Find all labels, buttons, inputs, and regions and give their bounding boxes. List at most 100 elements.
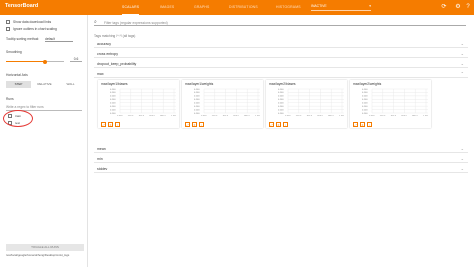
- y-tick-label: 0.100: [110, 99, 116, 101]
- y-tick-label: 0.100: [194, 109, 200, 111]
- expand-icon[interactable]: ⤢: [353, 122, 358, 127]
- section-title: dropout_keep_probability: [97, 62, 137, 66]
- chart-plot[interactable]: 0.1000.1000.1000.1000.1000.1000.1000.100…: [194, 88, 260, 116]
- section-title: max: [97, 72, 104, 76]
- y-tick-label: 0.100: [110, 92, 116, 94]
- checkbox-label: Ignore outliers in chart scaling: [13, 27, 57, 31]
- fit-domain-icon[interactable]: ▫: [283, 122, 288, 127]
- toggle-all-runs-button[interactable]: TOGGLE ALL RUNS: [6, 244, 84, 251]
- section-min[interactable]: min ⌄: [94, 155, 468, 163]
- log-scale-icon[interactable]: ≡: [108, 122, 113, 127]
- section-dropout-keep-probability[interactable]: dropout_keep_probability ⌄: [94, 60, 468, 68]
- fit-domain-icon[interactable]: ▫: [367, 122, 372, 127]
- y-tick-label: 0.100: [278, 89, 284, 91]
- x-tick-label: 200.0: [212, 116, 218, 117]
- y-tick-label: 0.100: [110, 106, 116, 108]
- y-tick-label: 0.100: [278, 96, 284, 98]
- mode-dropdown[interactable]: INACTIVE ▾: [311, 3, 371, 11]
- smoothing-slider-knob[interactable]: [43, 59, 47, 64]
- chart-card-title: max/layer1/weights: [185, 82, 214, 86]
- chevron-down-icon: ⌄: [460, 51, 464, 56]
- chevron-down-icon: ▾: [369, 4, 371, 8]
- top-app-bar: TensorBoard SCALARS IMAGES GRAPHS DISTRI…: [0, 0, 474, 15]
- x-tick-label: 200.0: [296, 116, 302, 117]
- tooltip-sorting-select[interactable]: default: [45, 37, 73, 42]
- y-tick-label: 0.100: [362, 89, 368, 91]
- settings-icon[interactable]: ⚙: [454, 3, 462, 11]
- smoothing-label: Smoothing: [6, 50, 22, 54]
- chart-plot[interactable]: 0.1000.1000.1000.1000.1000.1000.1000.100…: [110, 88, 176, 116]
- y-tick-label: 0.100: [278, 92, 284, 94]
- section-title: cross entropy: [97, 52, 119, 56]
- chevron-up-icon: ⌃: [460, 71, 464, 76]
- log-scale-icon[interactable]: ≡: [276, 122, 281, 127]
- sidebar: Show data download links Ignore outliers…: [0, 15, 88, 267]
- section-max[interactable]: max ⌃: [94, 70, 468, 78]
- smoothing-value-input[interactable]: 0.6: [70, 57, 82, 62]
- x-tick-label: 600.0: [401, 116, 407, 117]
- tab-images[interactable]: IMAGES: [160, 0, 174, 15]
- section-title: mean: [97, 147, 106, 151]
- highlight-circle: [3, 110, 33, 127]
- y-tick-label: 0.100: [362, 96, 368, 98]
- tab-graphs[interactable]: GRAPHS: [194, 0, 210, 15]
- smoothing-slider-fill: [6, 61, 45, 62]
- checkbox-box[interactable]: [6, 20, 10, 24]
- chart-plot[interactable]: 0.1000.1000.1000.1000.1000.1000.1000.100…: [362, 88, 428, 116]
- log-scale-icon[interactable]: ≡: [192, 122, 197, 127]
- tooltip-sorting-label: Tooltip sorting method:: [6, 37, 40, 41]
- x-tick-label: 400.0: [223, 116, 229, 117]
- chart-card-title: max/layer2/weights: [353, 82, 382, 86]
- y-tick-label: 0.100: [194, 92, 200, 94]
- log-scale-icon[interactable]: ≡: [360, 122, 365, 127]
- x-tick-label: 0.000: [285, 116, 291, 117]
- expand-icon[interactable]: ⤢: [185, 122, 190, 127]
- refresh-icon[interactable]: ⟳: [440, 3, 448, 11]
- expand-icon[interactable]: ⤢: [101, 122, 106, 127]
- x-tick-label: 200.0: [128, 116, 134, 117]
- y-tick-label: 0.100: [362, 113, 368, 115]
- y-tick-label: 0.100: [194, 103, 200, 105]
- axis-option-relative[interactable]: RELATIVE: [32, 81, 57, 88]
- chart-card-toolbar: ⤢ ≡ ▫: [101, 122, 120, 127]
- section-accuracy[interactable]: accuracy ⌄: [94, 40, 468, 48]
- chart-plot[interactable]: 0.1000.1000.1000.1000.1000.1000.1000.100…: [278, 88, 344, 116]
- axis-option-step[interactable]: STEP: [6, 81, 31, 88]
- y-tick-label: 0.100: [278, 113, 284, 115]
- logdir-path: /usr/local/google/home/dchong/Desktop/mn…: [6, 253, 70, 257]
- tab-histograms[interactable]: HISTOGRAMS: [276, 0, 301, 15]
- section-title: stddev: [97, 167, 108, 171]
- section-cross-entropy[interactable]: cross entropy ⌄: [94, 50, 468, 58]
- show-download-links-checkbox[interactable]: Show data download links: [6, 19, 51, 25]
- x-tick-label: 200.0: [380, 116, 386, 117]
- y-tick-label: 0.100: [362, 109, 368, 111]
- tab-distributions[interactable]: DISTRIBUTIONS: [229, 0, 258, 15]
- chart-card-title: max/layer1/biases: [101, 82, 128, 86]
- chevron-down-icon: ⌄: [460, 61, 464, 66]
- tab-scalars[interactable]: SCALARS: [122, 0, 140, 15]
- y-tick-label: 0.100: [110, 103, 116, 105]
- x-tick-label: 600.0: [317, 116, 323, 117]
- y-tick-label: 0.100: [110, 109, 116, 111]
- y-tick-label: 0.100: [110, 89, 116, 91]
- y-tick-label: 0.100: [362, 92, 368, 94]
- y-tick-label: 0.100: [278, 109, 284, 111]
- ignore-outliers-checkbox[interactable]: Ignore outliers in chart scaling: [6, 26, 57, 32]
- y-tick-label: 0.100: [278, 103, 284, 105]
- section-title: min: [97, 157, 103, 161]
- y-tick-label: 0.100: [110, 113, 116, 115]
- axis-option-wall[interactable]: WALL: [58, 81, 83, 88]
- section-mean[interactable]: mean ⌄: [94, 145, 468, 153]
- x-tick-label: 400.0: [307, 116, 313, 117]
- chevron-down-icon: ⌄: [460, 146, 464, 151]
- chart-card: max/layer1/biases 0.100 0.100 0.100 0.100 0.1…: [98, 80, 179, 128]
- section-stddev[interactable]: stddev ⌄: [94, 165, 468, 173]
- help-icon[interactable]: ?: [464, 3, 472, 11]
- checkbox-label: Show data download links: [13, 20, 52, 24]
- fit-domain-icon[interactable]: ▫: [115, 122, 120, 127]
- checkbox-box[interactable]: [6, 27, 10, 31]
- chart-card-toolbar: ⤢ ≡ ▫: [185, 122, 204, 127]
- chevron-down-icon: ⌄: [460, 41, 464, 46]
- expand-icon[interactable]: ⤢: [269, 122, 274, 127]
- fit-domain-icon[interactable]: ▫: [199, 122, 204, 127]
